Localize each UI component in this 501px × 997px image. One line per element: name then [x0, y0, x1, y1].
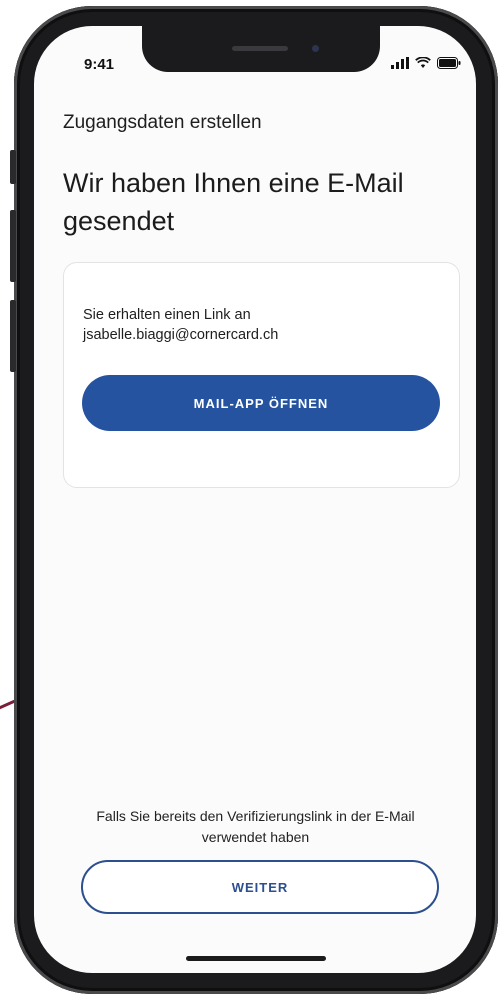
- open-mail-app-button[interactable]: MAIL-APP ÖFFNEN: [82, 375, 440, 431]
- email-sent-card: Sie erhalten einen Link an jsabelle.biag…: [63, 262, 460, 488]
- wifi-icon: [415, 57, 431, 68]
- volume-up-button: [10, 210, 16, 282]
- card-message: Sie erhalten einen Link an jsabelle.biag…: [83, 305, 278, 345]
- page-title: Zugangsdaten erstellen: [63, 112, 262, 133]
- battery-icon: [437, 57, 461, 69]
- speaker-grille: [232, 46, 288, 51]
- card-message-line1: Sie erhalten einen Link an: [83, 307, 251, 323]
- volume-down-button: [10, 300, 16, 372]
- continue-button[interactable]: WEITER: [81, 860, 439, 914]
- cellular-signal-icon: [391, 57, 409, 69]
- notch: [142, 26, 380, 72]
- home-indicator[interactable]: [186, 956, 326, 961]
- confirmation-heading: Wir haben Ihnen eine E-Mail gesendet: [63, 168, 404, 236]
- phone-screen: 9:41 Zugangsdaten erstellen Wir haben Ih…: [34, 26, 476, 973]
- verification-hint: Falls Sie bereits den Verifizierungslink…: [96, 808, 415, 845]
- mute-switch: [10, 150, 16, 184]
- stage: 9:41 Zugangsdaten erstellen Wir haben Ih…: [0, 0, 501, 997]
- status-icons: [391, 57, 461, 69]
- status-time: 9:41: [84, 56, 115, 73]
- card-email-address: jsabelle.biaggi@cornercard.ch: [83, 327, 279, 343]
- front-camera: [312, 45, 319, 52]
